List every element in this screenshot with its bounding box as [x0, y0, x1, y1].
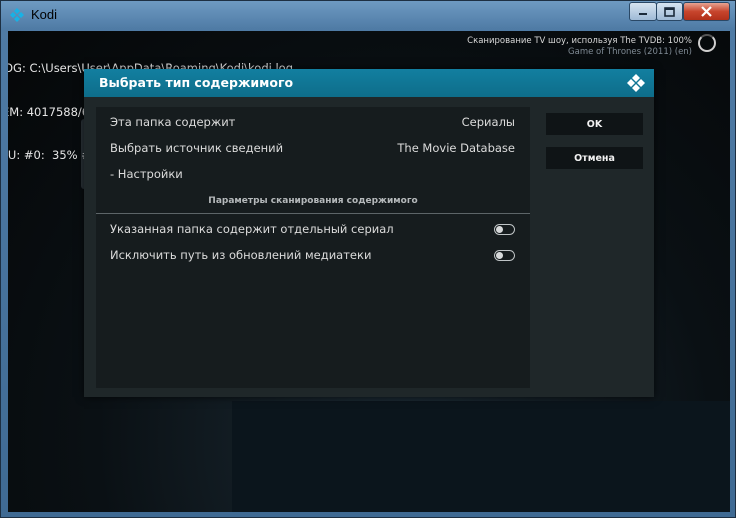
busy-spinner-icon: [698, 34, 716, 52]
section-divider: [96, 213, 530, 214]
dialog-title: Выбрать тип содержимого: [99, 75, 294, 90]
settings-list: Эта папка содержит Сериалы Выбрать источ…: [96, 107, 530, 388]
toggle-single-show-folder[interactable]: Указанная папка содержит отдельный сериа…: [96, 217, 530, 243]
kodi-logo-icon: [627, 74, 645, 92]
maximize-button[interactable]: [656, 2, 683, 21]
maximize-icon: [664, 6, 675, 17]
setting-label: Эта папка содержит: [110, 115, 236, 129]
toggle-switch[interactable]: [494, 224, 515, 235]
setting-label: Выбрать источник сведений: [110, 141, 284, 155]
setting-folder-contains[interactable]: Эта папка содержит Сериалы: [96, 110, 530, 136]
minimize-button[interactable]: [629, 2, 657, 21]
setting-info-provider[interactable]: Выбрать источник сведений The Movie Data…: [96, 136, 530, 162]
setting-value: The Movie Database: [397, 141, 515, 155]
window-titlebar[interactable]: Kodi: [1, 1, 736, 31]
toggle-knob: [496, 226, 503, 233]
background-panel: [232, 401, 730, 512]
cancel-button[interactable]: Отмена: [546, 147, 643, 169]
setting-label: - Настройки: [110, 167, 183, 181]
setting-label: Исключить путь из обновлений медиатеки: [110, 248, 372, 262]
scan-status-title: Сканирование TV шоу, используя The TVDB:…: [467, 36, 692, 46]
kodi-viewport: OG: C:\Users\User\AppData\Roaming\Kodi\k…: [8, 31, 730, 512]
setting-value: Сериалы: [461, 115, 515, 129]
content-type-dialog: Выбрать тип содержимого Эта папка содерж…: [84, 69, 654, 397]
toggle-knob: [496, 252, 503, 259]
app-window: Kodi OG: C:\Users\User\AppData\Roaming\K…: [0, 0, 736, 518]
toggle-exclude-from-updates[interactable]: Исключить путь из обновлений медиатеки: [96, 243, 530, 269]
close-button[interactable]: [683, 2, 730, 21]
minimize-icon: [639, 12, 647, 15]
ok-button[interactable]: OK: [546, 113, 643, 135]
setting-label: Указанная папка содержит отдельный сериа…: [110, 222, 394, 236]
close-icon: [701, 6, 712, 17]
scan-status-subtitle: Game of Thrones (2011) (en): [568, 47, 692, 57]
setting-settings[interactable]: - Настройки: [96, 162, 530, 188]
window-title: Kodi: [31, 7, 58, 22]
section-header: Параметры сканирования содержимого: [208, 196, 418, 206]
toggle-switch[interactable]: [494, 250, 515, 261]
kodi-logo-icon: [10, 8, 24, 22]
dialog-header: Выбрать тип содержимого: [84, 69, 654, 97]
scan-status: Сканирование TV шоу, используя The TVDB:…: [467, 36, 692, 58]
